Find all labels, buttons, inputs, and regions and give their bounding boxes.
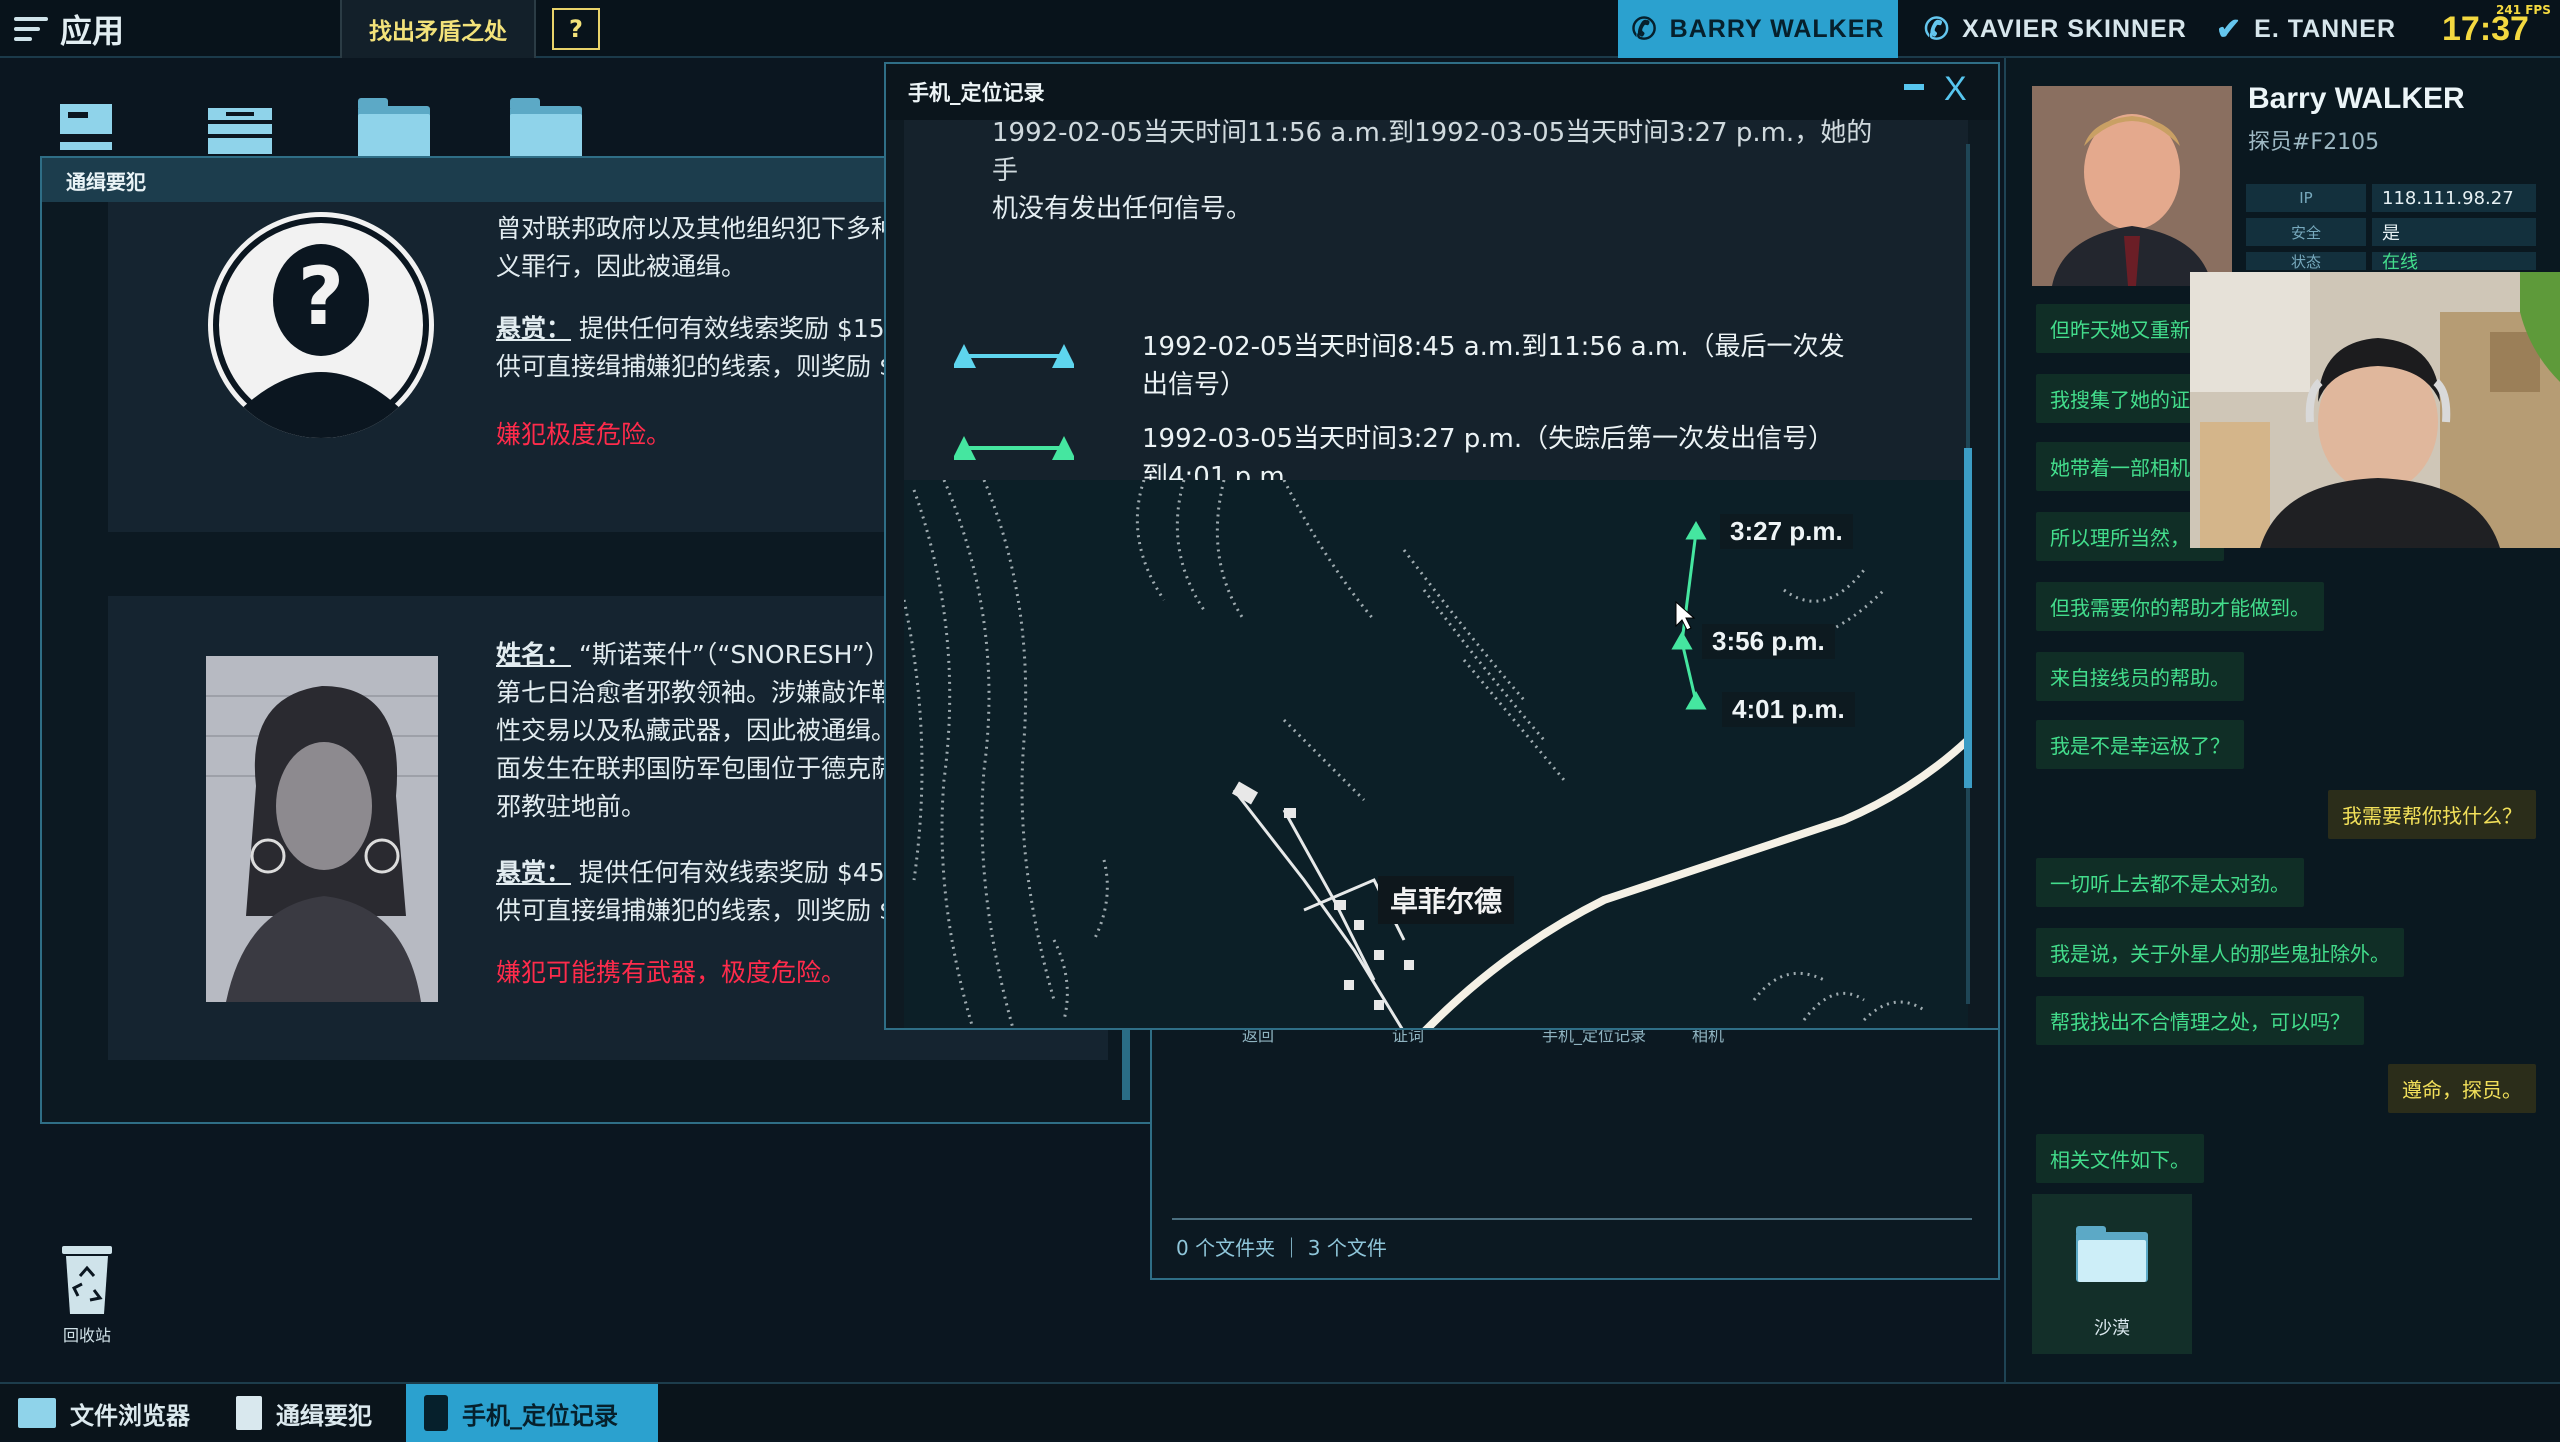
signal-path-icon xyxy=(952,338,1076,374)
log-entry-text: 1992-02-05当天时间8:45 a.m.到11:56 a.m.（最后一次发 xyxy=(1142,332,1845,362)
info-key: IP xyxy=(2246,184,2366,212)
name-label: 姓名： xyxy=(496,640,572,669)
bounty-label: 悬赏： xyxy=(496,858,572,887)
phone-icon: ✆ xyxy=(1631,12,1658,46)
taskbar-item-file-browser[interactable]: 文件浏览器 xyxy=(0,1384,210,1442)
svg-text:?: ? xyxy=(298,250,344,343)
taskbar-label: 手机_定位记录 xyxy=(462,1401,618,1430)
chat-message: 但我需要你的帮助才能做到。 xyxy=(2036,582,2324,631)
phone-log-text: 1992-02-05当天时间11:56 a.m.到1992-03-05当天时间3… xyxy=(904,118,1968,540)
map-town-label: 卓菲尔德 xyxy=(1378,876,1515,924)
info-key: 安全 xyxy=(2246,218,2366,246)
recycle-bin-label: 回收站 xyxy=(62,1326,111,1345)
contact-xavier-skinner[interactable]: ✆ XAVIER SKINNER xyxy=(1924,0,2187,58)
log-text: 1992-02-05当天时间11:56 a.m.到1992-03-05当天时间3… xyxy=(992,118,1873,186)
location-map[interactable]: 3:27 p.m. 3:56 p.m. 4:01 p.m. 卓菲尔德 xyxy=(904,480,1968,1028)
info-row-status: 状态 在线 xyxy=(2246,252,2536,270)
phone-icon xyxy=(424,1395,448,1431)
help-button[interactable]: ? xyxy=(552,8,600,50)
bounty-text: 提供任何有效线索奖励 $150. xyxy=(578,314,909,343)
taskbar-item-wanted[interactable]: 通缉要犯 xyxy=(218,1384,408,1442)
info-value: 是 xyxy=(2372,218,2536,246)
contact-barry-walker[interactable]: ✆ BARRY WALKER xyxy=(1618,0,1898,58)
file-browser-window: 返回 证词 手机_定位记录 相机 0 个文件夹 ｜ 3 个文件 xyxy=(1150,1010,2000,1280)
signal-path-icon xyxy=(952,430,1076,466)
bounty-label: 悬赏： xyxy=(496,314,572,343)
inbox-tray-icon[interactable] xyxy=(52,98,128,158)
suspect-mugshot xyxy=(206,656,438,1002)
close-button[interactable]: X xyxy=(1944,70,1967,109)
chat-message: 我是说，关于外星人的那些鬼扯除外。 xyxy=(2036,928,2404,977)
info-value: 在线 xyxy=(2372,252,2536,270)
recycle-bin-icon xyxy=(62,1246,112,1314)
contact-e-tanner[interactable]: ✔ E. TANNER xyxy=(2216,0,2396,58)
bounty-text: 提供任何有效线索奖励 $45,0 xyxy=(578,858,909,887)
log-entry: 1992-02-05当天时间8:45 a.m.到11:56 a.m.（最后一次发… xyxy=(952,328,1954,408)
contact-name: XAVIER SKINNER xyxy=(1962,14,2187,43)
taskbar-label: 文件浏览器 xyxy=(70,1401,190,1430)
find-contradiction-button[interactable]: 找出矛盾之处 xyxy=(340,0,536,58)
chat-message: 相关文件如下。 xyxy=(2036,1134,2204,1183)
webcam-overlay xyxy=(2190,272,2560,548)
folder-icon xyxy=(2076,1226,2148,1282)
chat-message-reply: 遵命，探员。 xyxy=(2388,1064,2536,1113)
log-entry-text: 出信号） xyxy=(1142,370,1247,400)
top-bar: 应用 找出矛盾之处 ? ✆ BARRY WALKER ✆ XAVIER SKIN… xyxy=(0,0,2560,58)
chat-message: 帮我找出不合情理之处，可以吗？ xyxy=(2036,996,2364,1045)
document-icon xyxy=(236,1396,262,1430)
log-entry-text: 1992-03-05当天时间3:27 p.m.（失踪后第一次发出信号） xyxy=(1142,424,1835,454)
agent-id: 探员#F2105 xyxy=(2248,130,2380,155)
folder-icon[interactable] xyxy=(510,98,586,158)
phone-icon: ✆ xyxy=(1924,12,1951,46)
info-value: 118.111.98.27 xyxy=(2372,184,2536,212)
chat-message: 来自接线员的帮助。 xyxy=(2036,652,2244,701)
folder-status: 0 个文件夹 ｜ 3 个文件 xyxy=(1176,1236,1387,1260)
window-title: 手机_定位记录 xyxy=(886,64,1998,120)
divider xyxy=(1172,1218,1972,1220)
map-time-label: 3:27 p.m. xyxy=(1720,514,1853,549)
verified-badge-icon: ✔ xyxy=(2216,12,2243,46)
app-menu-label: 应用 xyxy=(60,12,125,50)
log-text: 机没有发出任何信号。 xyxy=(992,194,1253,224)
taskbar: 文件浏览器 通缉要犯 手机_定位记录 xyxy=(0,1382,2560,1442)
info-row-ip: IP 118.111.98.27 xyxy=(2246,184,2536,212)
contact-name: E. TANNER xyxy=(2254,14,2397,43)
agent-name: Barry WALKER xyxy=(2248,82,2465,115)
chat-message-reply: 我需要帮你找什么？ xyxy=(2328,790,2536,839)
clock: 17:37 xyxy=(2442,10,2529,48)
recycle-bin[interactable]: 回收站 xyxy=(54,1240,120,1345)
info-row-security: 安全 是 xyxy=(2246,218,2536,246)
phone-location-window: 手机_定位记录 X 1992-02-05当天时间11:56 a.m.到1992-… xyxy=(884,62,2000,1030)
info-key: 状态 xyxy=(2246,252,2366,270)
folder-icon[interactable] xyxy=(358,98,434,158)
minimize-button[interactable] xyxy=(1904,84,1924,90)
file-cabinet-icon[interactable] xyxy=(202,98,278,158)
agent-avatar xyxy=(2032,86,2232,286)
chat-message: 我是不是幸运极了？ xyxy=(2036,720,2244,769)
chat-message: 一切听上去都不是太对劲。 xyxy=(2036,858,2304,907)
mouse-cursor-icon xyxy=(1675,600,1696,631)
phone-scrollbar-thumb[interactable] xyxy=(1964,448,1972,788)
chat-panel: Barry WALKER 探员#F2105 IP 118.111.98.27 安… xyxy=(2004,58,2560,1382)
app-menu-button[interactable]: 应用 xyxy=(14,6,124,52)
chat-folder-attachment[interactable]: 沙漠 xyxy=(2032,1194,2192,1354)
folder-icon xyxy=(18,1398,56,1428)
map-time-label: 3:56 p.m. xyxy=(1702,624,1835,659)
menu-icon xyxy=(14,15,48,43)
taskbar-label: 通缉要犯 xyxy=(276,1401,372,1430)
unknown-person-avatar: ? xyxy=(208,212,434,438)
contact-name: BARRY WALKER xyxy=(1669,14,1885,43)
folder-label: 沙漠 xyxy=(2094,1318,2130,1339)
taskbar-item-phone-log[interactable]: 手机_定位记录 xyxy=(406,1384,658,1442)
map-time-label: 4:01 p.m. xyxy=(1722,692,1855,727)
suspect-name: “斯诺莱什”（“SNORESH”） xyxy=(578,640,890,669)
